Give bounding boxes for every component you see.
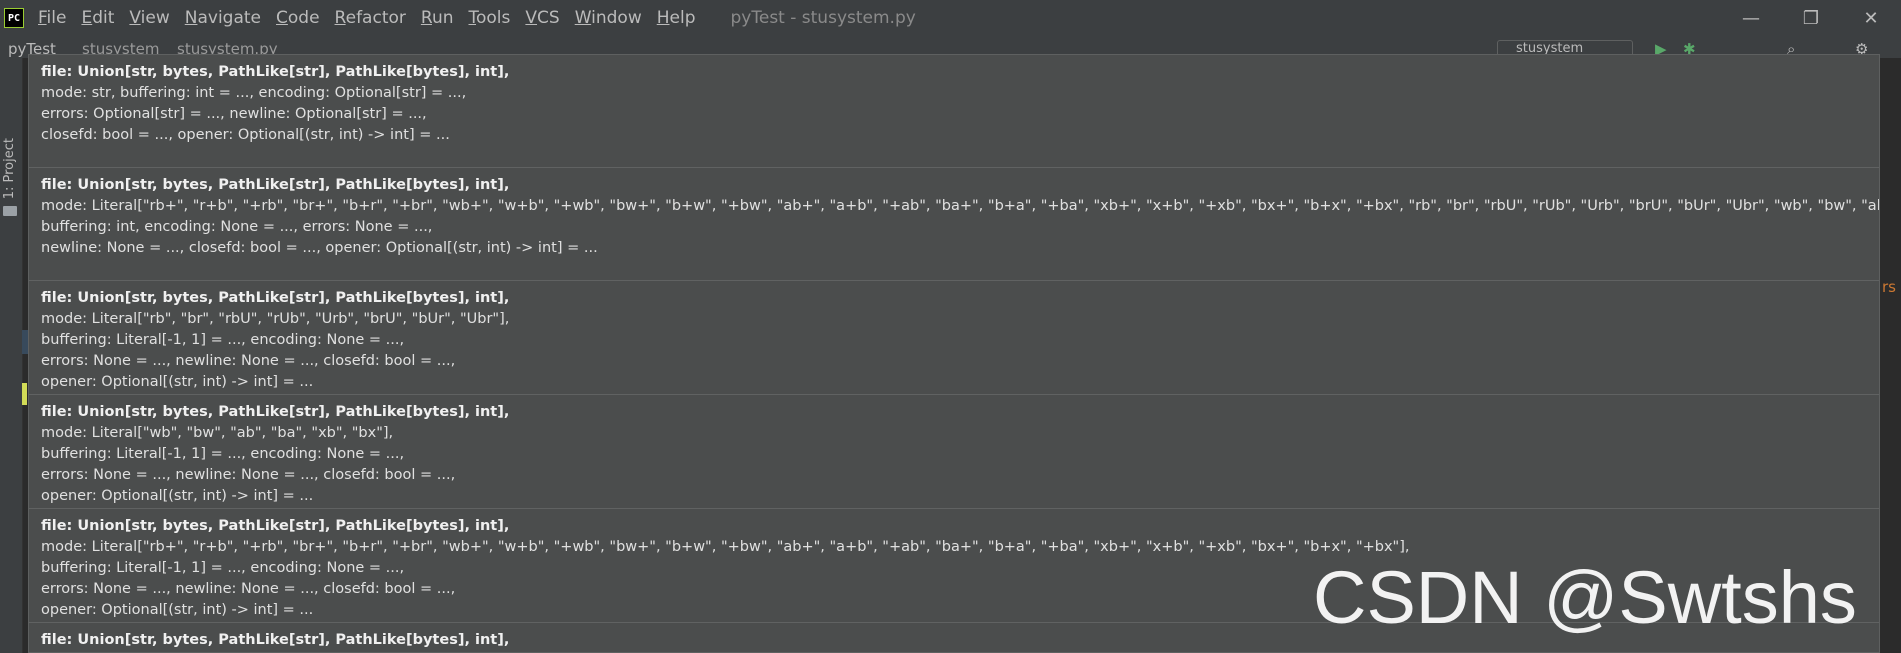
signature-line: newline: None = ..., closefd: bool = ...… (41, 240, 598, 256)
signature-line: closefd: bool = ..., opener: Optional[(s… (41, 127, 450, 143)
menu-file[interactable]: File (38, 8, 66, 28)
menu-view[interactable]: View (129, 8, 169, 28)
signature-head: file: Union[str, bytes, PathLike[str], P… (41, 290, 510, 306)
close-button[interactable]: ✕ (1841, 8, 1901, 29)
menu-run[interactable]: Run (421, 8, 454, 28)
menu-help[interactable]: Help (657, 8, 696, 28)
signature-item: file: Union[str, bytes, PathLike[str], P… (29, 395, 1879, 509)
restore-button[interactable]: ❐ (1781, 8, 1841, 29)
menu-code[interactable]: Code (276, 8, 320, 28)
code-fragment: rs (1882, 278, 1896, 296)
title-bar: PC File Edit View Navigate Code Refactor… (0, 0, 1901, 36)
signature-line: mode: str, buffering: int = ..., encodin… (41, 85, 467, 101)
signature-line: mode: Literal["rb", "br", "rbU", "rUb", … (41, 311, 510, 327)
signature-item: file: Union[str, bytes, PathLike[str], P… (29, 55, 1879, 168)
watermark: CSDN @Swtshs (1313, 556, 1857, 639)
signature-line: errors: None = ..., newline: None = ...,… (41, 467, 456, 483)
menu-window[interactable]: Window (575, 8, 642, 28)
signature-line: errors: None = ..., newline: None = ...,… (41, 353, 456, 369)
editor-edge (1880, 58, 1901, 653)
signature-head: file: Union[str, bytes, PathLike[str], P… (41, 64, 510, 80)
signature-head: file: Union[str, bytes, PathLike[str], P… (41, 518, 510, 534)
signature-line: mode: Literal["rb+", "r+b", "+rb", "br+"… (41, 198, 1880, 214)
signature-line: errors: Optional[str] = ..., newline: Op… (41, 106, 427, 122)
signature-line: buffering: int, encoding: None = ..., er… (41, 219, 433, 235)
change-marker (22, 383, 27, 405)
signature-line: mode: Literal["wb", "bw", "ab", "ba", "x… (41, 425, 394, 441)
menu-bar: File Edit View Navigate Code Refactor Ru… (38, 8, 711, 28)
signature-item: file: Union[str, bytes, PathLike[str], P… (29, 281, 1879, 395)
signature-head: file: Union[str, bytes, PathLike[str], P… (41, 177, 510, 193)
minimize-button[interactable]: — (1721, 8, 1781, 29)
pycharm-logo-icon: PC (4, 8, 24, 28)
menu-vcs[interactable]: VCS (525, 8, 559, 28)
signature-line: buffering: Literal[-1, 1] = ..., encodin… (41, 332, 405, 348)
signature-line: opener: Optional[(str, int) -> int] = ..… (41, 374, 314, 390)
signature-item: file: Union[str, bytes, PathLike[str], P… (29, 168, 1879, 281)
folder-icon (3, 206, 17, 216)
left-tool-strip: 1: Project (0, 58, 23, 653)
menu-refactor[interactable]: Refactor (335, 8, 406, 28)
window-title: pyTest - stusystem.py (730, 8, 916, 28)
signature-line: opener: Optional[(str, int) -> int] = ..… (41, 488, 314, 504)
signature-line: buffering: Literal[-1, 1] = ..., encodin… (41, 446, 405, 462)
menu-tools[interactable]: Tools (469, 8, 511, 28)
menu-navigate[interactable]: Navigate (185, 8, 261, 28)
project-tool-tab[interactable]: 1: Project (2, 138, 17, 199)
window-controls: — ❐ ✕ (1721, 0, 1901, 36)
menu-edit[interactable]: Edit (81, 8, 114, 28)
signature-head: file: Union[str, bytes, PathLike[str], P… (41, 404, 510, 420)
